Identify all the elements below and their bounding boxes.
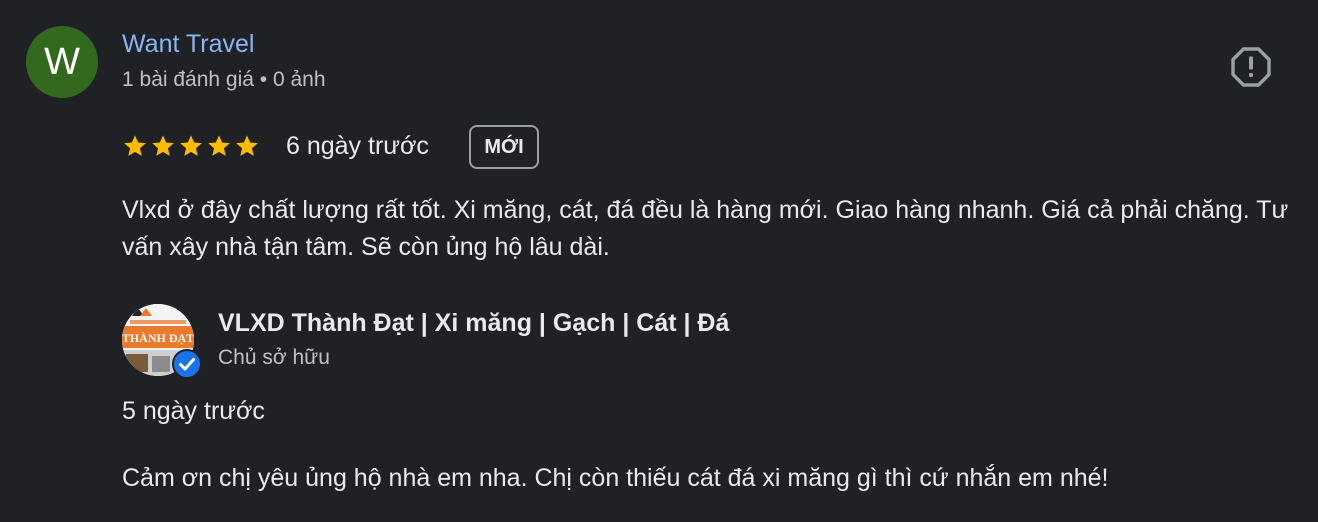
owner-name: VLXD Thành Đạt | Xi măng | Gạch | Cát | … [218,309,730,337]
star-icon [124,135,146,156]
reply-time: 5 ngày trước [122,397,265,425]
review-text: Vlxd ở đây chất lượng rất tốt. Xi măng, … [122,196,1289,261]
reviewer-meta: 1 bài đánh giá • 0 ảnh [122,68,326,91]
report-icon [1231,47,1271,87]
star-icon [152,135,174,156]
star-icon [208,135,230,156]
business-logo-text: THÀNH ĐẠT [122,331,194,345]
star-icon [236,135,258,156]
new-badge: MỚI [469,125,539,169]
reviewer-avatar[interactable]: W [26,26,98,98]
review-time: 6 ngày trước [286,132,429,160]
verified-badge-icon [172,349,202,379]
reviewer-avatar-letter: W [44,41,80,83]
star-rating [122,133,260,159]
owner-avatar[interactable]: THÀNH ĐẠT [122,304,202,379]
reviewer-name-link[interactable]: Want Travel [122,30,254,59]
report-button[interactable] [1230,46,1272,88]
reply-text: Cảm ơn chị yêu ủng hộ nhà em nha. Chị cò… [122,464,1109,492]
star-icon [180,135,202,156]
owner-role: Chủ sở hữu [218,346,330,369]
